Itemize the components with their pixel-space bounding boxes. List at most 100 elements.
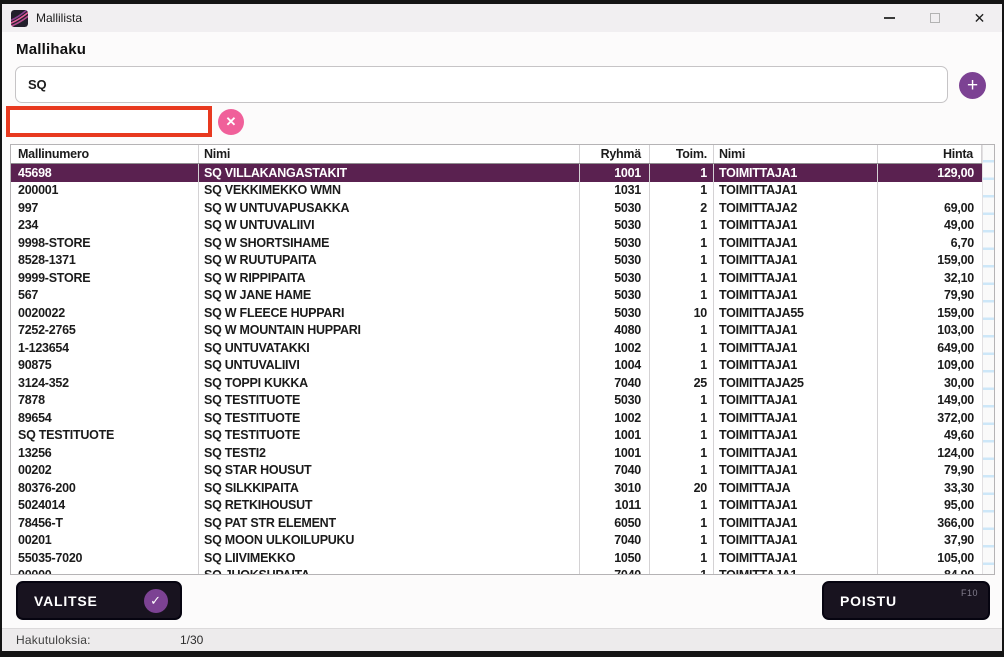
column-header-ryhma[interactable]: Ryhmä [580,145,650,163]
table-cell: 9998-STORE [11,234,199,252]
table-row[interactable]: 8528-1371SQ W RUUTUPAITA50301TOIMITTAJA1… [11,252,982,270]
results-count-value: 1/30 [180,633,203,647]
table-row[interactable]: 7252-2765SQ W MOUNTAIN HUPPARI40801TOIMI… [11,322,982,340]
table-row[interactable]: 78456-TSQ PAT STR ELEMENT60501TOIMITTAJA… [11,514,982,532]
close-button[interactable]: ✕ [957,4,1002,32]
select-button[interactable]: VALITSE ✓ [16,581,182,620]
table-cell: 7252-2765 [11,322,199,340]
table-row[interactable]: 567SQ W JANE HAME50301TOIMITTAJA179,90 [11,287,982,305]
table-cell: TOIMITTAJA1 [714,234,878,252]
table-cell: TOIMITTAJA2 [714,199,878,217]
table-cell: 372,00 [878,409,982,427]
column-header-nimi[interactable]: Nimi [199,145,580,163]
vertical-scrollbar[interactable] [982,145,994,574]
table-cell: TOIMITTAJA1 [714,427,878,445]
table-cell: 6050 [580,514,650,532]
table-cell: TOIMITTAJA25 [714,374,878,392]
table-cell: TOIMITTAJA1 [714,549,878,567]
table-cell: SQ STAR HOUSUT [199,462,580,480]
table-cell [878,182,982,200]
table-cell: 1 [650,409,714,427]
minimize-button[interactable] [867,4,912,32]
table-cell: 1 [650,549,714,567]
table-cell: 1 [650,392,714,410]
table-row[interactable]: SQ TESTITUOTESQ TESTITUOTE10011TOIMITTAJ… [11,427,982,445]
sort-descending-icon: ↓ [179,113,197,131]
table-cell: 997 [11,199,199,217]
table-row[interactable]: 55035-7020SQ LIIVIMEKKO10501TOIMITTAJA11… [11,549,982,567]
table-cell: 1 [650,357,714,375]
table-cell: TOIMITTAJA1 [714,182,878,200]
table-cell: SQ TESTITUOTE [199,409,580,427]
table-cell: SQ W SHORTSIHAME [199,234,580,252]
table-cell: 5030 [580,217,650,235]
table-row[interactable]: 80376-200SQ SILKKIPAITA301020TOIMITTAJA3… [11,479,982,497]
table-row[interactable]: 00201SQ MOON ULKOILUPUKU70401TOIMITTAJA1… [11,532,982,550]
table-cell: 5030 [580,199,650,217]
table-cell: 1002 [580,339,650,357]
table-row[interactable]: 997SQ W UNTUVAPUSAKKA50302TOIMITTAJA269,… [11,199,982,217]
table-cell: 78456-T [11,514,199,532]
table-cell: 5030 [580,252,650,270]
table-row[interactable]: 00000SQ JUOKSUPAITA70401TOIMITTAJA184,90 [11,567,982,576]
table-cell: SQ W FLEECE HUPPARI [199,304,580,322]
column-header-toim[interactable]: Toim. [650,145,714,163]
table-cell: SQ TESTITUOTE [11,427,199,445]
table-cell: 1 [650,444,714,462]
table-cell: 5030 [580,392,650,410]
add-button[interactable]: + [959,72,986,99]
table-cell: TOIMITTAJA1 [714,444,878,462]
results-count-label: Hakutuloksia: [16,633,91,647]
maximize-button[interactable] [912,4,957,32]
table-row[interactable]: 0020022SQ W FLEECE HUPPARI503010TOIMITTA… [11,304,982,322]
table-row[interactable]: 90875SQ UNTUVALIIVI10041TOIMITTAJA1109,0… [11,357,982,375]
table-cell: 366,00 [878,514,982,532]
table-row[interactable]: 3124-352SQ TOPPI KUKKA704025TOIMITTAJA25… [11,374,982,392]
clear-search-button[interactable]: ✕ [218,109,244,135]
table-row[interactable]: 9999-STORESQ W RIPPIPAITA50301TOIMITTAJA… [11,269,982,287]
table-cell: 159,00 [878,304,982,322]
sort-dropdown-value: Mallinimi laskeva [17,115,179,129]
table-cell: 1 [650,217,714,235]
column-header-mallinumero[interactable]: Mallinumero [11,145,199,163]
table-row[interactable]: 9998-STORESQ W SHORTSIHAME50301TOIMITTAJ… [11,234,982,252]
table-cell: TOIMITTAJA1 [714,497,878,515]
minimize-icon [884,17,895,19]
column-header-hinta[interactable]: Hinta [878,145,982,163]
table-cell: SQ W RUUTUPAITA [199,252,580,270]
table-cell: 25 [650,374,714,392]
sort-dropdown[interactable]: Mallinimi laskeva ↓ [11,111,207,132]
table-cell: 79,90 [878,287,982,305]
search-input[interactable] [15,66,948,103]
table-cell: TOIMITTAJA1 [714,462,878,480]
table-row[interactable]: 5024014SQ RETKIHOUSUT10111TOIMITTAJA195,… [11,497,982,515]
table-cell: 1050 [580,549,650,567]
table-cell: 124,00 [878,444,982,462]
exit-button[interactable]: POISTU F10 [822,581,990,620]
table-cell: SQ TOPPI KUKKA [199,374,580,392]
table-row[interactable]: 7878SQ TESTITUOTE50301TOIMITTAJA1149,00 [11,392,982,410]
table-cell: 1 [650,164,714,182]
status-bar: Hakutuloksia: 1/30 [2,628,1002,651]
title-bar: Mallilista ✕ [2,4,1002,32]
table-cell: 37,90 [878,532,982,550]
table-cell: 49,00 [878,217,982,235]
table-cell: 1 [650,514,714,532]
table-cell: 649,00 [878,339,982,357]
table-cell: 1 [650,252,714,270]
table-row[interactable]: 13256SQ TESTI210011TOIMITTAJA1124,00 [11,444,982,462]
table-row[interactable]: 200001SQ VEKKIMEKKO WMN10311TOIMITTAJA1 [11,182,982,200]
check-icon: ✓ [144,589,168,613]
column-header-nimi2[interactable]: Nimi [714,145,878,163]
table-cell: SQ W RIPPIPAITA [199,269,580,287]
table-row[interactable]: 1-123654SQ UNTUVATAKKI10021TOIMITTAJA164… [11,339,982,357]
table-cell: SQ VILLAKANGASTAKIT [199,164,580,182]
table-row[interactable]: 89654SQ TESTITUOTE10021TOIMITTAJA1372,00 [11,409,982,427]
table-cell: SQ TESTITUOTE [199,392,580,410]
exit-shortcut-label: F10 [961,588,978,598]
table-cell: SQ RETKIHOUSUT [199,497,580,515]
table-cell: SQ LIIVIMEKKO [199,549,580,567]
table-row[interactable]: 00202SQ STAR HOUSUT70401TOIMITTAJA179,90 [11,462,982,480]
table-row[interactable]: 234SQ W UNTUVALIIVI50301TOIMITTAJA149,00 [11,217,982,235]
table-row[interactable]: 45698SQ VILLAKANGASTAKIT10011TOIMITTAJA1… [11,164,982,182]
